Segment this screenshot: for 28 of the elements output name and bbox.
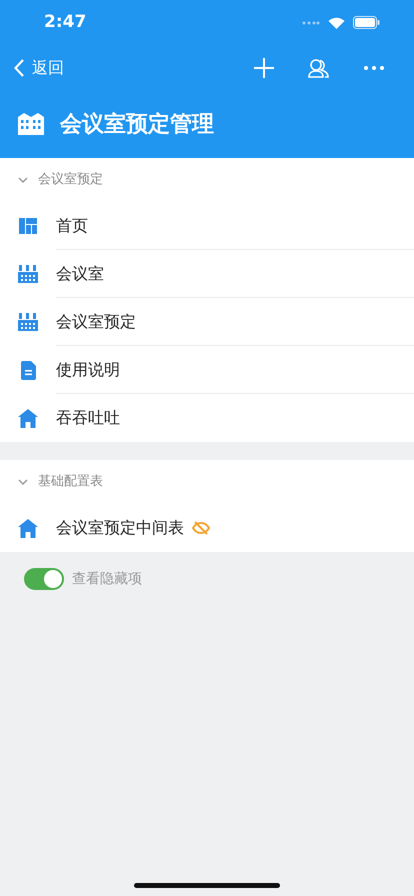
back-icon: [14, 58, 24, 76]
wifi-icon: [328, 16, 345, 28]
people-icon[interactable]: [308, 58, 330, 78]
item-label: 吞吞吐吐: [56, 407, 120, 429]
more-icon[interactable]: [364, 66, 384, 70]
item-label: 会议室预定: [56, 310, 136, 332]
dashboard-icon: [19, 218, 37, 234]
document-icon: [20, 360, 36, 380]
section-title: 基础配置表: [38, 473, 103, 492]
status-time: 2:47: [44, 10, 86, 34]
toggle-label: 查看隐藏项: [72, 570, 142, 588]
signal-icon: [302, 20, 320, 24]
item-label: 使用说明: [56, 358, 120, 380]
chevron-icon[interactable]: [18, 479, 28, 485]
toggle-switch[interactable]: [24, 568, 64, 590]
item-label: 会议室: [56, 262, 104, 284]
page-title: 会议室预定管理: [60, 110, 214, 138]
house-icon: [18, 518, 38, 538]
battery-icon: [353, 16, 380, 29]
factory-icon: [18, 265, 38, 283]
factory-icon: [18, 313, 38, 331]
chevron-icon[interactable]: [18, 177, 28, 183]
building-icon: [18, 113, 44, 135]
item-label: 首页: [56, 214, 88, 236]
section-title: 会议室预定: [38, 171, 103, 190]
add-icon[interactable]: [254, 58, 274, 78]
house-icon: [18, 408, 38, 428]
item-label: 会议室预定中间表: [56, 517, 184, 539]
